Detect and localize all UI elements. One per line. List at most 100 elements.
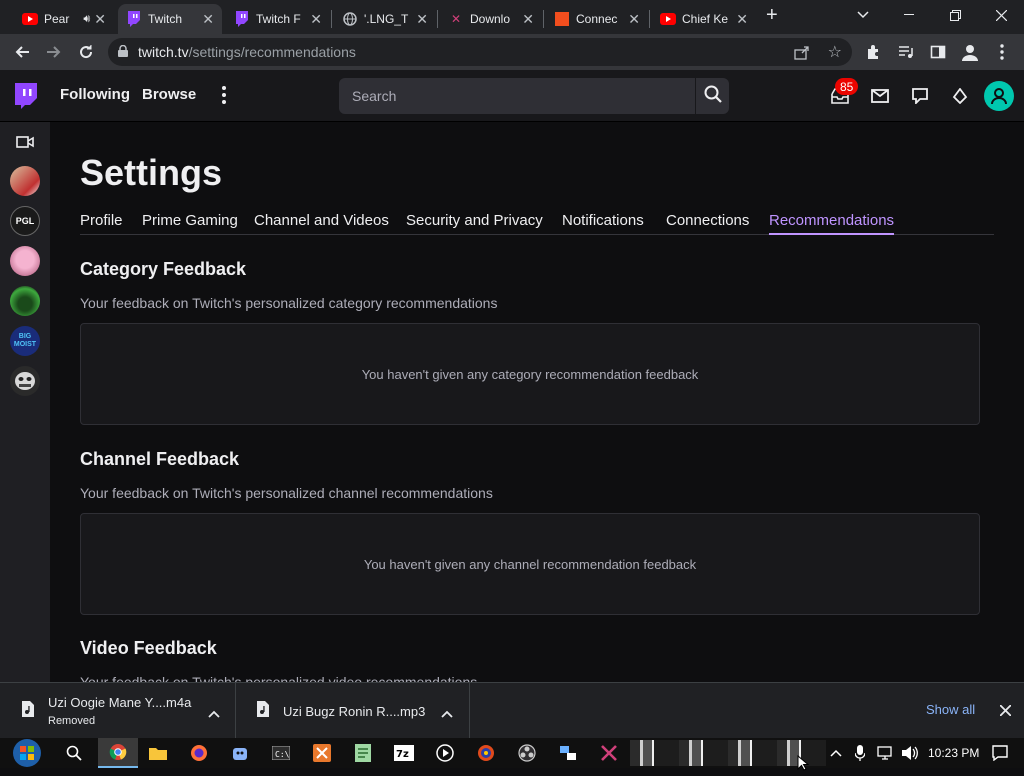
profile-avatar-icon[interactable]	[956, 38, 984, 66]
download-item-2[interactable]: Uzi Bugz Ronin R....mp3	[237, 683, 470, 739]
youtube-icon	[22, 11, 38, 27]
whispers-mail-icon[interactable]	[868, 84, 892, 108]
download-item-1[interactable]: Uzi Oogie Mane Y....m4a Removed	[0, 683, 236, 739]
tab-youtube-pear[interactable]: Pear 🔊︎ ✕	[14, 4, 114, 34]
forward-arrow-icon[interactable]	[40, 38, 68, 66]
url-domain: twitch.tv	[138, 44, 189, 60]
more-menu-icon[interactable]	[988, 38, 1016, 66]
close-tab-icon[interactable]: ✕	[94, 11, 106, 28]
minimize-icon[interactable]	[886, 0, 932, 30]
network-icon[interactable]	[876, 743, 896, 763]
tab-connect[interactable]: Connec ✕	[546, 4, 648, 34]
close-tab-icon[interactable]: ✕	[628, 11, 640, 28]
channel-avatar-big-moist[interactable]: BIG MOIST	[10, 326, 40, 356]
7zip-icon[interactable]: 7z	[394, 743, 414, 763]
svg-text:C:\: C:\	[275, 750, 290, 759]
nav-browse[interactable]: Browse	[142, 86, 196, 103]
tab-title: Downlo	[470, 12, 511, 26]
tab-twitch-2[interactable]: Twitch F ✕	[226, 4, 330, 34]
followed-channels-sidebar: PGL BIG MOIST	[0, 122, 50, 682]
terminal-icon[interactable]: C:\	[271, 743, 291, 763]
chat-bubble-icon[interactable]	[908, 84, 932, 108]
tab-twitch-active[interactable]: Twitch ✕	[118, 4, 222, 34]
reload-icon[interactable]	[72, 38, 100, 66]
tab-security-and-privacy[interactable]: Security and Privacy	[406, 212, 543, 229]
media-player-icon[interactable]	[435, 743, 455, 763]
video-camera-icon[interactable]	[16, 135, 34, 153]
bookmark-star-icon[interactable]: ☆	[828, 42, 842, 62]
close-window-icon[interactable]	[978, 0, 1024, 30]
tab-notifications[interactable]: Notifications	[562, 212, 644, 229]
action-center-icon[interactable]	[990, 743, 1010, 763]
restore-icon[interactable]	[932, 0, 978, 30]
tab-recommendations[interactable]: Recommendations	[769, 212, 895, 235]
close-tab-icon[interactable]: ✕	[202, 11, 214, 28]
nav-following[interactable]: Following	[60, 86, 130, 103]
twitch-logo-icon[interactable]	[13, 83, 37, 115]
close-tab-icon[interactable]: ✕	[736, 11, 748, 28]
chrome-taskbar-icon[interactable]	[98, 738, 138, 768]
tab-title: Twitch	[148, 12, 183, 26]
back-arrow-icon[interactable]	[8, 38, 36, 66]
more-vertical-icon[interactable]	[222, 86, 226, 109]
clock-time[interactable]: 10:23 PM	[928, 746, 979, 760]
search-icon[interactable]	[64, 743, 84, 763]
chevron-up-icon[interactable]	[208, 705, 220, 723]
channel-avatar-6[interactable]	[10, 366, 40, 396]
tab-youtube-chief[interactable]: Chief Ke ✕	[652, 4, 756, 34]
search-input[interactable]: Search	[339, 78, 695, 114]
download-status: Removed	[48, 715, 96, 727]
media-queue-icon[interactable]	[892, 38, 920, 66]
share-icon[interactable]	[794, 44, 810, 63]
channel-avatar-4[interactable]	[10, 286, 40, 316]
tab-globe[interactable]: '.LNG_T ✕	[334, 4, 436, 34]
tab-title: Connec	[576, 12, 618, 26]
app-icon-network[interactable]	[558, 743, 578, 763]
lock-icon[interactable]	[118, 44, 128, 60]
new-tab-button[interactable]: +	[766, 4, 778, 27]
app-icon-disc[interactable]	[476, 743, 496, 763]
page-title: Settings	[80, 152, 223, 193]
close-tab-icon[interactable]: ✕	[310, 11, 322, 28]
search-button[interactable]	[696, 78, 729, 114]
browser-toolbar: twitch.tv/settings/recommendations ☆	[0, 34, 1024, 70]
tab-connections[interactable]: Connections	[666, 212, 749, 229]
app-icon-bug[interactable]	[230, 743, 250, 763]
chevron-up-icon[interactable]	[828, 743, 844, 763]
close-tab-icon[interactable]: ✕	[416, 11, 428, 28]
address-bar[interactable]: twitch.tv/settings/recommendations ☆	[108, 38, 852, 66]
channel-avatar-1[interactable]	[10, 166, 40, 196]
svg-text:7z: 7z	[396, 749, 409, 760]
side-panel-icon[interactable]	[924, 38, 952, 66]
app-icon-orange[interactable]	[312, 743, 332, 763]
download-bar: Uzi Oogie Mane Y....m4a Removed Uzi Bugz…	[0, 682, 1024, 739]
tab-download[interactable]: ✕ Downlo ✕	[440, 4, 542, 34]
category-feedback-empty-box: You haven't given any category recommend…	[80, 323, 980, 425]
notepad-icon[interactable]	[353, 743, 373, 763]
channel-feedback-subtitle: Your feedback on Twitch's personalized c…	[80, 485, 493, 501]
obs-icon[interactable]	[517, 743, 537, 763]
volume-icon[interactable]	[900, 743, 920, 763]
file-explorer-icon[interactable]	[148, 743, 168, 763]
close-download-bar-icon[interactable]	[999, 703, 1012, 721]
extensions-puzzle-icon[interactable]	[860, 38, 888, 66]
get-bits-diamond-icon[interactable]	[948, 84, 972, 108]
windows-start-icon[interactable]	[10, 738, 44, 768]
close-tab-icon[interactable]: ✕	[522, 11, 534, 28]
app-icon-x[interactable]	[599, 743, 619, 763]
tab-channel-and-videos[interactable]: Channel and Videos	[254, 212, 389, 229]
user-avatar[interactable]	[984, 81, 1014, 111]
twitch-top-nav: Following Browse Search	[0, 70, 1024, 122]
channel-avatar-pgl[interactable]: PGL	[10, 206, 40, 236]
twitch-icon	[234, 11, 250, 27]
show-all-downloads-link[interactable]: Show all	[926, 702, 975, 717]
channel-avatar-3[interactable]	[10, 246, 40, 276]
tab-prime-gaming[interactable]: Prime Gaming	[142, 212, 238, 229]
chevron-up-icon[interactable]	[441, 705, 453, 723]
microphone-icon[interactable]	[852, 743, 868, 763]
speaker-icon[interactable]: 🔊︎	[83, 13, 90, 26]
tab-search-icon[interactable]	[840, 0, 886, 30]
search-icon	[704, 85, 722, 108]
tab-profile[interactable]: Profile	[80, 212, 123, 229]
firefox-icon[interactable]	[189, 743, 209, 763]
